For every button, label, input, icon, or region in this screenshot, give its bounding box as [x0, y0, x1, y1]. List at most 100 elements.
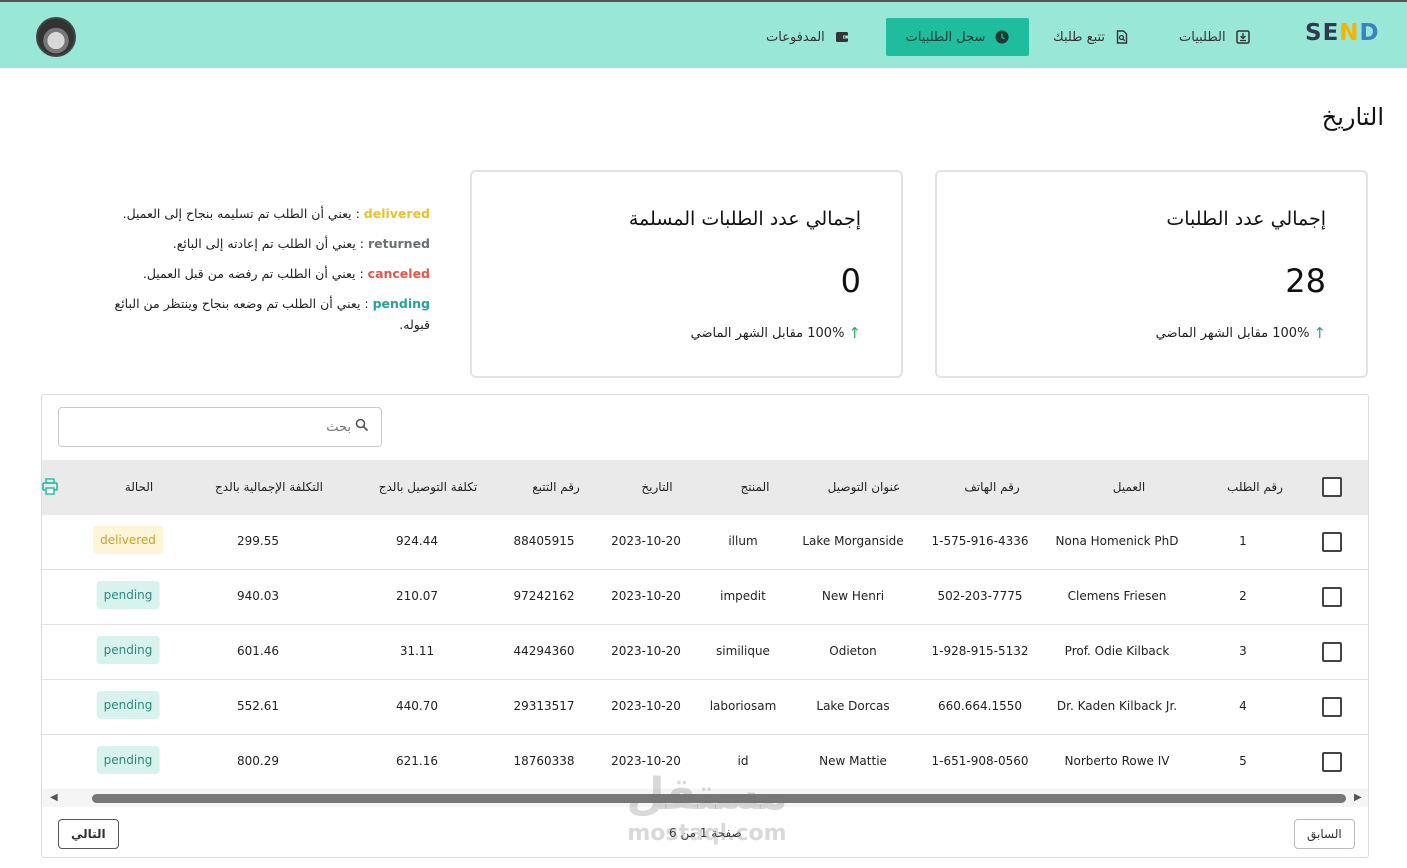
select-all-checkbox[interactable] — [1322, 477, 1342, 497]
send-logo[interactable]: SEND — [1305, 20, 1380, 46]
total-orders-card: إجمالي عدد الطلبات 28 ↑ 100% مقابل الشهر… — [935, 170, 1368, 378]
cell-date: 2023-10-20 — [611, 589, 681, 603]
legend-key: delivered — [363, 206, 430, 221]
col-delivery-cost[interactable]: تكلفة التوصيل بالدج — [379, 480, 477, 494]
download-box-icon — [1235, 30, 1250, 44]
row-checkbox[interactable] — [1322, 752, 1342, 772]
nav-track-label: تتبع طلبك — [1053, 29, 1106, 45]
row-checkbox[interactable] — [1322, 532, 1342, 552]
horizontal-scrollbar[interactable]: ◀ ▶ — [42, 789, 1368, 807]
cell-total-cost: 552.61 — [237, 699, 279, 713]
cell-delivery-cost: 31.11 — [399, 644, 435, 658]
cell-tracking: 97242162 — [513, 589, 575, 603]
page-info: صفحة 1 من 6 — [669, 826, 742, 840]
col-status[interactable]: الحالة — [125, 480, 153, 494]
col-customer[interactable]: العميل — [1113, 480, 1145, 494]
cell-product: illum — [728, 534, 758, 548]
cell-delivery-cost: 440.70 — [396, 699, 438, 713]
nav-order-history[interactable]: سجل الطلبيات — [886, 18, 1029, 56]
col-product[interactable]: المنتج — [741, 480, 770, 494]
legend-text: : يعني أن الطلب تم رفضه من قبل العميل. — [142, 266, 368, 281]
table-header: رقم الطلب العميل رقم الهاتف عنوان التوصي… — [42, 460, 1368, 515]
cell-order-id: 1 — [1239, 534, 1247, 548]
cell-total-cost: 299.55 — [237, 534, 279, 548]
nav-payments[interactable]: المدفوعات — [750, 18, 865, 56]
legend-canceled: canceled : يعني أن الطلب تم رفضه من قبل … — [110, 263, 430, 284]
table-row[interactable]: 1 Nona Homenick PhD 1-575-916-4336 Lake … — [42, 515, 1368, 570]
wallet-icon — [835, 30, 849, 44]
cell-customer: Nona Homenick PhD — [1055, 534, 1179, 548]
cell-date: 2023-10-20 — [611, 534, 681, 548]
cell-delivery-cost: 924.44 — [396, 534, 438, 548]
cell-customer: Clemens Friesen — [1067, 589, 1167, 603]
table-row[interactable]: 4 Dr. Kaden Kilback Jr. 660.664.1550 Lak… — [42, 680, 1368, 735]
cell-address: New Mattie — [819, 754, 887, 768]
search-input[interactable] — [71, 419, 351, 435]
scrollbar-thumb[interactable] — [92, 794, 1346, 803]
row-checkbox[interactable] — [1322, 697, 1342, 717]
cell-date: 2023-10-20 — [611, 644, 681, 658]
cell-total-cost: 800.29 — [237, 754, 279, 768]
col-address[interactable]: عنوان التوصيل — [828, 480, 901, 494]
clock-icon — [995, 30, 1009, 44]
legend-key: returned — [367, 236, 430, 251]
col-date[interactable]: التاريخ — [641, 480, 672, 494]
next-page-button[interactable]: التالي — [58, 819, 119, 849]
orders-table-panel: رقم الطلب العميل رقم الهاتف عنوان التوصي… — [41, 394, 1369, 858]
print-icon[interactable] — [42, 478, 58, 496]
row-checkbox[interactable] — [1322, 642, 1342, 662]
nav-track-order[interactable]: تتبع طلبك — [1037, 18, 1145, 56]
status-badge: pending — [96, 581, 160, 609]
card-title: إجمالي عدد الطلبات — [1166, 208, 1326, 230]
col-total-cost[interactable]: التكلفة الإجمالية بالدج — [215, 480, 323, 494]
nav-orders[interactable]: الطلبيات — [1163, 18, 1266, 56]
search-icon[interactable] — [355, 418, 369, 436]
card-change-text: 100% مقابل الشهر الماضي — [690, 325, 845, 341]
search-document-icon — [1115, 30, 1129, 44]
search-box — [58, 407, 382, 447]
cell-order-id: 3 — [1239, 644, 1247, 658]
nav-history-label: سجل الطلبيات — [905, 29, 986, 45]
cell-tracking: 44294360 — [513, 644, 575, 658]
legend-text: : يعني أن الطلب تم تسليمه بنجاح إلى العم… — [122, 206, 364, 221]
nav-payments-label: المدفوعات — [766, 29, 825, 45]
table-row[interactable]: 3 Prof. Odie Kilback 1-928-915-5132 Odie… — [42, 625, 1368, 680]
col-tracking[interactable]: رقم التتبع — [532, 480, 580, 494]
table-row[interactable]: 2 Clemens Friesen 502-203-7775 New Henri… — [42, 570, 1368, 625]
scroll-left-arrow-icon[interactable]: ◀ — [50, 792, 58, 803]
scroll-right-arrow-icon[interactable]: ▶ — [1354, 792, 1362, 803]
cell-product: id — [737, 754, 749, 768]
card-change: ↑ 100% مقابل الشهر الماضي — [691, 324, 861, 342]
cell-delivery-cost: 621.16 — [396, 754, 438, 768]
row-checkbox[interactable] — [1322, 587, 1342, 607]
previous-page-button[interactable]: السابق — [1294, 819, 1355, 849]
cell-delivery-cost: 210.07 — [396, 589, 438, 603]
cell-tracking: 29313517 — [513, 699, 575, 713]
card-value: 28 — [1285, 262, 1326, 300]
cell-customer: Prof. Odie Kilback — [1064, 644, 1170, 658]
legend-returned: returned : يعني أن الطلب تم إعادته إلى ا… — [110, 233, 430, 254]
table-row[interactable]: 5 Norberto Rowe IV 1-651-908-0560 New Ma… — [42, 735, 1368, 790]
cell-address: Lake Morganside — [802, 534, 904, 548]
cell-total-cost: 940.03 — [237, 589, 279, 603]
arrow-up-icon: ↑ — [848, 324, 861, 342]
legend-key: canceled — [367, 266, 430, 281]
cell-product: impedit — [720, 589, 766, 603]
top-navbar: SEND الطلبيات تتبع طلبك سجل الطلبيات الم… — [0, 0, 1407, 68]
card-change-text: 100% مقابل الشهر الماضي — [1155, 325, 1310, 341]
status-badge: pending — [96, 746, 160, 774]
col-order-id[interactable]: رقم الطلب — [1227, 480, 1283, 494]
col-phone[interactable]: رقم الهاتف — [964, 480, 1019, 494]
arrow-up-icon: ↑ — [1313, 324, 1326, 342]
cell-date: 2023-10-20 — [611, 699, 681, 713]
cell-address: Odieton — [829, 644, 877, 658]
cell-phone: 1-575-916-4336 — [931, 534, 1029, 548]
delivered-orders-card: إجمالي عدد الطلبات المسلمة 0 ↑ 100% مقاب… — [470, 170, 903, 378]
cell-phone: 502-203-7775 — [937, 589, 1023, 603]
cell-tracking: 18760338 — [513, 754, 575, 768]
cell-product: similique — [716, 644, 770, 658]
legend-delivered: delivered : يعني أن الطلب تم تسليمه بنجا… — [110, 203, 430, 224]
status-badge: pending — [96, 636, 160, 664]
user-avatar[interactable] — [36, 17, 76, 57]
cell-order-id: 2 — [1239, 589, 1247, 603]
